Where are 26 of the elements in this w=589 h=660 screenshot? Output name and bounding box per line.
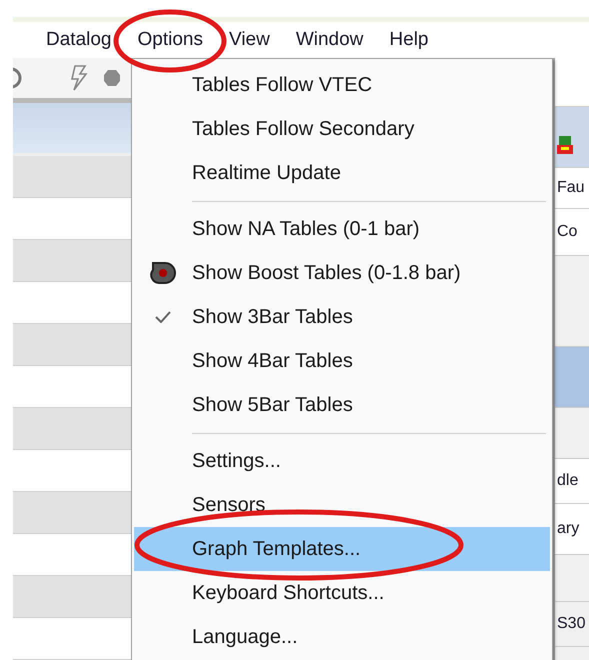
menu-item[interactable]: Graph Templates... — [134, 527, 550, 571]
panel-text: Co — [557, 223, 578, 241]
chip-icon — [557, 136, 573, 154]
menu-item[interactable]: Show 3Bar Tables — [134, 295, 550, 339]
menu-item[interactable]: Keyboard Shortcuts... — [134, 571, 550, 615]
panel-text: S30 — [557, 615, 586, 633]
menu-bar-item[interactable]: View — [216, 29, 283, 51]
menu-item[interactable]: Tables Follow Secondary — [134, 107, 550, 151]
menu-item[interactable]: Settings... — [134, 439, 550, 483]
menu-item[interactable]: Show 4Bar Tables — [134, 339, 550, 383]
menu-item[interactable]: Show NA Tables (0-1 bar) — [134, 207, 550, 251]
menu-bar-item[interactable]: Datalog — [33, 29, 124, 51]
menu-item[interactable]: Show 5Bar Tables — [134, 383, 550, 427]
turbo-icon — [150, 261, 176, 285]
panel-header — [555, 347, 589, 408]
menu-item[interactable]: Show Boost Tables (0-1.8 bar) — [134, 251, 550, 295]
panel-text: Fau — [557, 179, 585, 197]
menu-bar-item[interactable]: Help — [376, 29, 442, 51]
menu-bar-item[interactable]: Window — [282, 29, 376, 51]
record-icon[interactable] — [13, 67, 23, 89]
panel-text: dle — [557, 472, 578, 490]
menu-item[interactable]: Realtime Update — [134, 151, 550, 195]
panel-text: ary — [557, 520, 580, 538]
menu-item[interactable]: Tables Follow VTEC — [134, 63, 550, 107]
menu-item[interactable]: Language... — [134, 615, 550, 659]
menu-item[interactable]: Sensors — [134, 483, 550, 527]
